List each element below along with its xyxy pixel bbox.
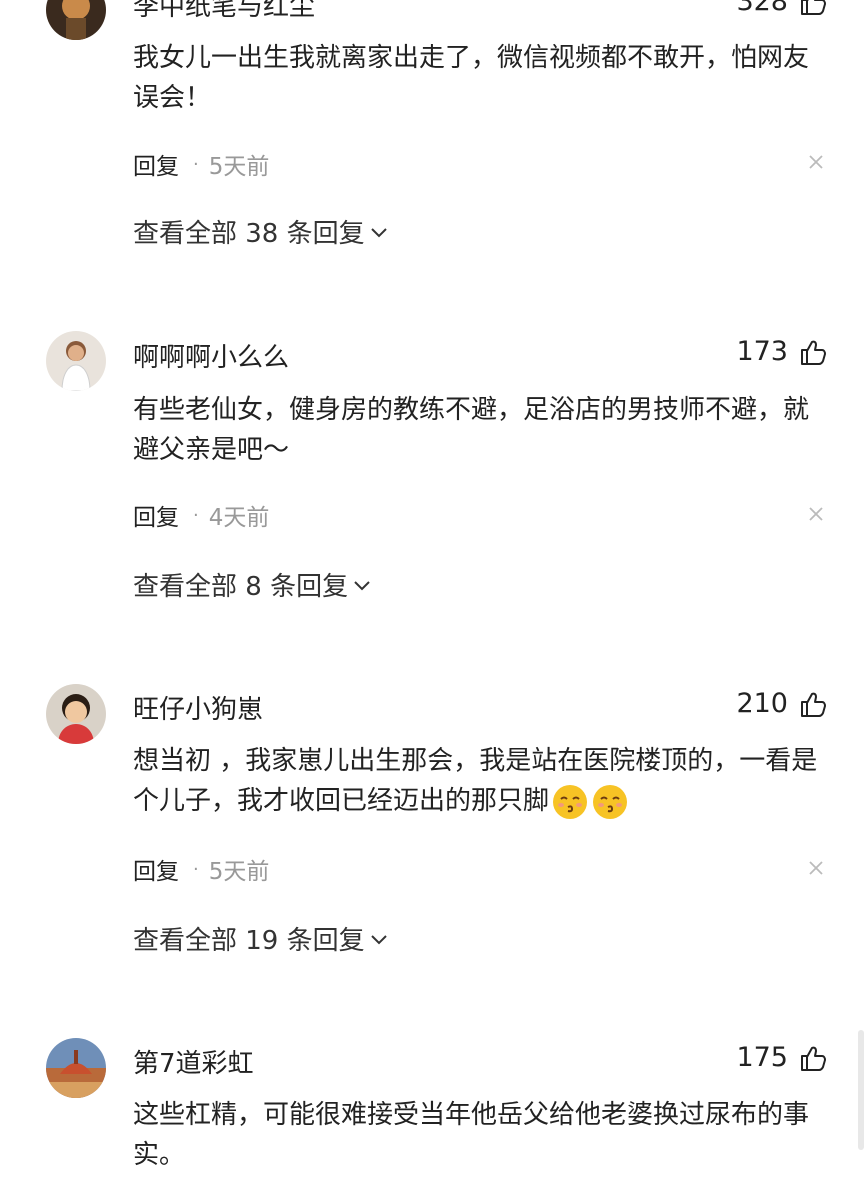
view-all-label: 查看全部 8 条回复 [133,572,349,602]
timestamp: 5天前 [208,154,270,180]
like-button[interactable]: 175 [736,1042,828,1073]
like-count: 173 [736,336,788,367]
kissing-emoji-icon [553,784,588,819]
reply-button[interactable]: 回复 [133,852,179,886]
like-count: 328 [736,0,788,17]
separator-dot: · [193,153,199,175]
comment-meta: 回复 · 5天前 [133,147,269,181]
avatar[interactable] [46,331,106,391]
comment-text-content: 想当初 ，我家崽儿出生那会，我是站在医院楼顶的，一看是个儿子，我才收回已经迈出的… [133,746,818,816]
thumbs-up-icon [801,0,826,15]
avatar[interactable] [46,684,106,744]
comment-text: 有些老仙女，健身房的教练不避，足浴店的男技师不避，就避父亲是吧～ [133,395,810,465]
reply-button[interactable]: 回复 [133,498,179,532]
comment-meta: 回复 · 5天前 [133,852,269,886]
like-count: 210 [736,688,788,719]
avatar[interactable] [46,1038,106,1098]
timestamp: 5天前 [208,859,270,885]
like-button[interactable]: 173 [736,336,828,367]
thumbs-up-icon [801,692,826,717]
close-icon[interactable] [808,506,824,522]
avatar[interactable] [46,0,106,40]
view-all-replies-button[interactable]: 查看全部 8 条回复 [133,566,372,603]
username[interactable]: 旺仔小狗崽 [133,689,263,726]
reply-button[interactable]: 回复 [133,147,179,181]
view-all-replies-button[interactable]: 查看全部 38 条回复 [133,213,389,250]
comment-text: 想当初 ，我家崽儿出生那会，我是站在医院楼顶的，一看是个儿子，我才收回已经迈出的… [133,741,833,821]
comment-text: 我女儿一出生我就离家出走了，微信视频都不敢开，怕网友误会！ [133,43,810,113]
chevron-down-icon [354,580,370,590]
comment-text: 这些杠精，可能很难接受当年他岳父给他老婆换过尿布的事实。 [133,1100,810,1170]
separator-dot: · [193,858,199,880]
chevron-down-icon [370,227,387,237]
thumbs-up-icon [801,340,826,365]
timestamp: 4天前 [208,505,270,531]
comment-meta: 回复 · 4天前 [133,498,269,532]
username[interactable]: 李中纸笔与红尘 [133,0,315,23]
separator-dot: · [193,504,199,526]
like-count: 175 [736,1042,788,1073]
view-all-replies-button[interactable]: 查看全部 19 条回复 [133,920,389,957]
view-all-label: 查看全部 38 条回复 [133,219,365,249]
like-button[interactable]: 328 [736,0,828,17]
scrollbar[interactable] [858,1030,864,1150]
username[interactable]: 啊啊啊小么么 [133,337,289,374]
view-all-label: 查看全部 19 条回复 [133,926,365,956]
username[interactable]: 第7道彩虹 [133,1043,254,1080]
close-icon[interactable] [808,860,824,876]
thumbs-up-icon [801,1046,826,1071]
close-icon[interactable] [808,154,824,170]
chevron-down-icon [370,934,387,944]
kissing-emoji-icon [593,784,628,819]
like-button[interactable]: 210 [736,688,828,719]
